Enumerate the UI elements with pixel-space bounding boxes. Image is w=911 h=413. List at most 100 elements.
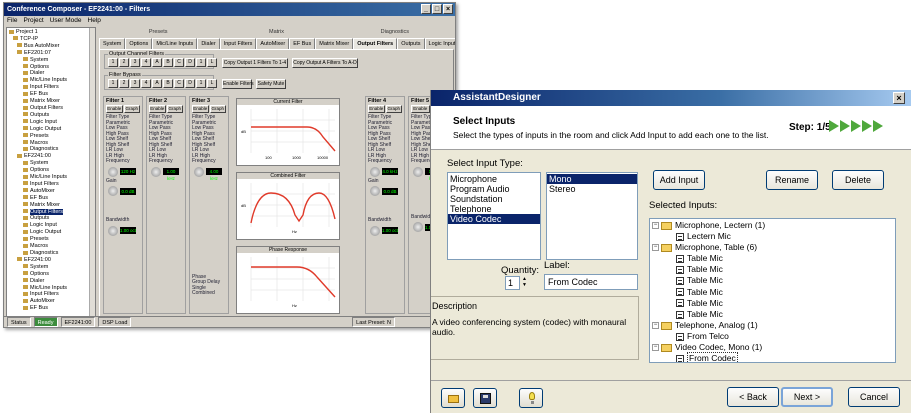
back-button[interactable]: < Back	[727, 387, 779, 407]
tree-item[interactable]: Options	[9, 271, 95, 278]
tree-item[interactable]: Options	[9, 64, 95, 71]
cc-title-bar[interactable]: Conference Composer - EF2241:00 - Filter…	[4, 3, 455, 16]
add-input-button[interactable]: Add Input	[653, 170, 705, 190]
label-input[interactable]: From Codec	[544, 274, 638, 290]
tree-item[interactable]: Mic/Line Inputs	[9, 77, 95, 84]
menu-file[interactable]: File	[7, 16, 17, 26]
save-button[interactable]	[473, 388, 497, 408]
tree-scrollbar[interactable]	[89, 28, 95, 316]
channel-key[interactable]: L	[207, 79, 217, 88]
tree-item[interactable]: Presets	[9, 133, 95, 140]
input-type-item[interactable]: Video Codec	[448, 214, 540, 224]
input-type-item[interactable]: Telephone	[448, 204, 540, 214]
frequency-value[interactable]: 4.00 kHz	[206, 168, 222, 181]
channel-key[interactable]: 4	[141, 58, 151, 67]
open-button[interactable]	[441, 388, 465, 408]
rename-button[interactable]: Rename	[766, 170, 818, 190]
input-item-node[interactable]: Table Mic	[650, 287, 895, 298]
gain-value[interactable]: 0.0 dB	[120, 187, 136, 195]
channel-key[interactable]: 2	[119, 58, 129, 67]
channel-key[interactable]: C	[174, 58, 184, 67]
menu-help[interactable]: Help	[88, 16, 101, 26]
frequency-knob[interactable]	[370, 166, 380, 177]
channel-key[interactable]: 1	[108, 58, 118, 67]
channel-key[interactable]: 1	[196, 79, 206, 88]
copy-output-a-button[interactable]: Copy Output A Filters To A-D	[292, 58, 358, 68]
bandwidth-value[interactable]: 1.00 oct	[120, 227, 136, 234]
input-item-node[interactable]: From Codec	[650, 352, 895, 362]
channel-key[interactable]: L	[207, 58, 217, 67]
bandwidth-knob[interactable]	[108, 225, 118, 236]
collapse-toggle-icon[interactable]: −	[652, 344, 659, 352]
tree-item[interactable]: EF2241:00	[9, 257, 95, 264]
tab-mic-line-inputs[interactable]: Mic/Line Inputs	[152, 38, 198, 49]
tree-item[interactable]: Logic Output	[9, 229, 95, 236]
tree-item[interactable]: Input Filters	[9, 181, 95, 188]
channel-key[interactable]: B	[163, 58, 173, 67]
tree-item[interactable]: Macros	[9, 243, 95, 250]
wizard-title-bar[interactable]: AssistantDesigner ×	[431, 90, 911, 106]
tree-item[interactable]: Project 1	[9, 29, 95, 36]
input-type-item[interactable]: Soundstation	[448, 194, 540, 204]
minimize-icon[interactable]: _	[421, 4, 431, 14]
input-group-node[interactable]: − Microphone, Lectern (1)	[650, 220, 895, 231]
quantity-spinner[interactable]: ▲ ▼	[519, 276, 529, 290]
input-subtype-list[interactable]: Mono Stereo	[546, 172, 638, 260]
input-group-node[interactable]: − Telephone, Analog (1)	[650, 320, 895, 331]
enable-button[interactable]: Enable	[368, 105, 385, 113]
tree-item[interactable]: Dialer	[9, 70, 95, 77]
input-item-node[interactable]: Table Mic	[650, 264, 895, 275]
tab-matrix-mixer[interactable]: Matrix Mixer	[315, 38, 354, 49]
tree-item[interactable]: Mic/Line Inputs	[9, 285, 95, 292]
bandwidth-knob[interactable]	[413, 222, 423, 232]
input-item-node[interactable]: Lectern Mic	[650, 231, 895, 242]
safety-mute-button[interactable]: Safety Mute	[256, 79, 286, 89]
tree-item[interactable]: EF2241:00	[9, 153, 95, 160]
maximize-icon[interactable]: □	[432, 4, 442, 14]
gain-knob[interactable]	[370, 186, 380, 196]
tree-item[interactable]: Mic/Line Inputs	[9, 174, 95, 181]
input-item-node[interactable]: Table Mic	[650, 309, 895, 320]
channel-key[interactable]: 2	[119, 79, 129, 88]
tree-item[interactable]: Logic Output	[9, 126, 95, 133]
filter-type-list[interactable]: Filter Type Parametric Low Pass High Pas…	[104, 113, 142, 240]
frequency-knob[interactable]	[194, 166, 204, 177]
tree-item[interactable]: Matrix Mixer	[9, 98, 95, 105]
enable-button[interactable]: Enable	[411, 105, 430, 113]
tree-item[interactable]: System	[9, 160, 95, 167]
input-item-node[interactable]: Table Mic	[650, 298, 895, 309]
tree-item[interactable]: Outputs	[9, 112, 95, 119]
selected-inputs-tree[interactable]: − Microphone, Lectern (1) Lectern Mic − Micr…	[649, 218, 896, 363]
close-icon[interactable]: ×	[893, 92, 905, 104]
combined-option[interactable]: Combined	[192, 290, 226, 297]
menu-project[interactable]: Project	[23, 16, 43, 26]
tree-item[interactable]: EF Bus	[9, 305, 95, 312]
tree-item[interactable]: Diagnostics	[9, 146, 95, 153]
tree-item[interactable]: Logic Input	[9, 222, 95, 229]
tab-dialer[interactable]: Dialer	[197, 38, 220, 49]
tree-item[interactable]: AutoMixer	[9, 298, 95, 305]
menu-user-mode[interactable]: User Mode	[50, 16, 82, 26]
tree-item[interactable]: EF Bus	[9, 195, 95, 202]
filter-type-list[interactable]: Filter Type Parametric Low Pass High Pas…	[190, 113, 228, 299]
channel-key[interactable]: A	[152, 58, 162, 67]
gain-knob[interactable]	[108, 186, 118, 196]
enable-button[interactable]: Enable	[192, 105, 209, 113]
next-button[interactable]: Next >	[781, 387, 833, 407]
tree-item[interactable]: AutoMixer	[9, 188, 95, 195]
collapse-toggle-icon[interactable]: −	[652, 322, 659, 330]
input-item-node[interactable]: From Telco	[650, 331, 895, 342]
input-subtype-item[interactable]: Mono	[547, 174, 637, 184]
tab-outputs[interactable]: Outputs	[397, 38, 425, 49]
channel-key[interactable]: 1	[108, 79, 118, 88]
channel-key[interactable]: 3	[130, 79, 140, 88]
channel-key[interactable]: B	[163, 79, 173, 88]
frequency-knob[interactable]	[413, 166, 423, 177]
tree-item[interactable]: Outputs	[9, 215, 95, 222]
tree-item[interactable]: Output Filters	[9, 208, 95, 216]
tree-item[interactable]: EF2201:07	[9, 50, 95, 57]
input-subtype-item[interactable]: Stereo	[547, 184, 637, 194]
tree-item[interactable]: Input Filters	[9, 84, 95, 91]
collapse-toggle-icon[interactable]: −	[652, 244, 659, 252]
channel-key[interactable]: 3	[130, 58, 140, 67]
